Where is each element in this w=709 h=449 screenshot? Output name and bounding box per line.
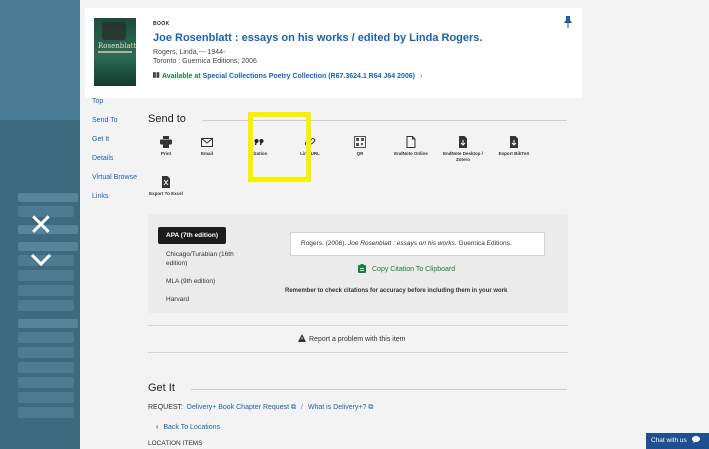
chat-button[interactable]: Chat with us — [646, 433, 709, 449]
record-summary: Rosenblatt BOOK Joe Rosenblatt : essays … — [85, 8, 582, 98]
endnote-desktop-zotero-button[interactable]: EndNote Desktop / Zotero — [438, 136, 488, 163]
export-bibtex-button[interactable]: Export BibTeX — [489, 136, 539, 157]
record-author: Rogers, Linda,--- 1944- — [153, 49, 226, 56]
cover-title: Rosenblatt — [98, 42, 137, 50]
export-to-excel-button[interactable]: Export To Excel — [141, 176, 191, 197]
availability-line[interactable]: Available at Special Collections Poetry … — [153, 72, 422, 80]
citation-style-harvard[interactable]: Harvard — [158, 295, 254, 304]
record-section-nav: Top Send To Get It Details Virtual Brows… — [92, 96, 137, 210]
chevron-right-icon: › — [419, 73, 423, 80]
clipboard-icon — [358, 264, 366, 273]
nav-top[interactable]: Top — [92, 96, 137, 115]
nav-links[interactable]: Links — [92, 191, 137, 210]
email-button[interactable]: Email — [182, 136, 232, 157]
chat-bubble-icon — [691, 436, 700, 443]
record-title[interactable]: Joe Rosenblatt : essays on his works / e… — [153, 32, 482, 44]
full-record-panel: Rosenblatt BOOK Joe Rosenblatt : essays … — [80, 0, 709, 449]
file-download-icon — [459, 136, 467, 148]
resource-type: BOOK — [153, 21, 170, 27]
divider — [191, 389, 567, 390]
book-cover[interactable]: Rosenblatt — [94, 18, 136, 86]
endnote-online-button[interactable]: EndNote Online — [386, 136, 436, 157]
printer-icon — [160, 136, 172, 148]
book-icon — [153, 72, 160, 78]
pin-icon[interactable] — [564, 16, 572, 28]
report-problem-link[interactable]: Report a problem with this item — [298, 334, 405, 343]
background-header — [0, 0, 80, 120]
citation-style-list: APA (7th edition) Chicago/Turabian (16th… — [158, 224, 254, 313]
envelope-icon — [201, 138, 213, 147]
delivery-request-link[interactable]: Delivery+ Book Chapter Request ⧉ — [187, 404, 296, 411]
document-icon — [406, 136, 416, 148]
nav-get-it[interactable]: Get It — [92, 134, 137, 153]
excel-icon — [162, 176, 170, 188]
citation-style-apa[interactable]: APA (7th edition) — [158, 227, 226, 244]
chevron-down-icon[interactable] — [28, 253, 54, 271]
citation-panel: APA (7th edition) Chicago/Turabian (16th… — [148, 214, 568, 313]
divider — [148, 352, 568, 353]
divider — [148, 325, 568, 326]
nav-details[interactable]: Details — [92, 153, 137, 172]
citation-highlight — [248, 112, 311, 182]
chevron-left-icon: ‹ — [156, 424, 159, 431]
warning-icon — [298, 334, 306, 342]
citation-style-chicago[interactable]: Chicago/Turabian (16th edition) — [158, 250, 254, 268]
citation-style-mla[interactable]: MLA (9th edition) — [158, 277, 254, 286]
qr-icon — [354, 136, 366, 148]
availability-location: Special Collections Poetry Collection (R… — [202, 73, 415, 80]
get-it-title: Get It — [148, 382, 175, 394]
file-download-icon — [510, 136, 518, 148]
availability-status: Available at — [161, 73, 201, 80]
citation-accuracy-note: Remember to check citations for accuracy… — [285, 288, 508, 294]
what-is-delivery-link[interactable]: What is Delivery+? ⧉ — [308, 404, 374, 411]
qr-button[interactable]: QR — [335, 136, 385, 157]
location-items-label: LOCATION ITEMS — [148, 440, 203, 447]
request-line: REQUEST: Delivery+ Book Chapter Request … — [148, 404, 374, 411]
copy-citation-button[interactable]: Copy Citation To Clipboard — [358, 264, 455, 273]
record-publisher: Toronto : Guernica Editions; 2006 — [153, 58, 257, 65]
close-icon[interactable]: ✕ — [28, 211, 54, 241]
citation-text: Rogers. (2006). Joe Rosenblatt : essays … — [290, 232, 545, 256]
send-to-title: Send to — [148, 113, 186, 125]
back-to-locations-button[interactable]: ‹ Back To Locations — [156, 424, 220, 431]
nav-virtual-browse[interactable]: Virtual Browse — [92, 172, 137, 191]
nav-send-to[interactable]: Send To — [92, 115, 137, 134]
